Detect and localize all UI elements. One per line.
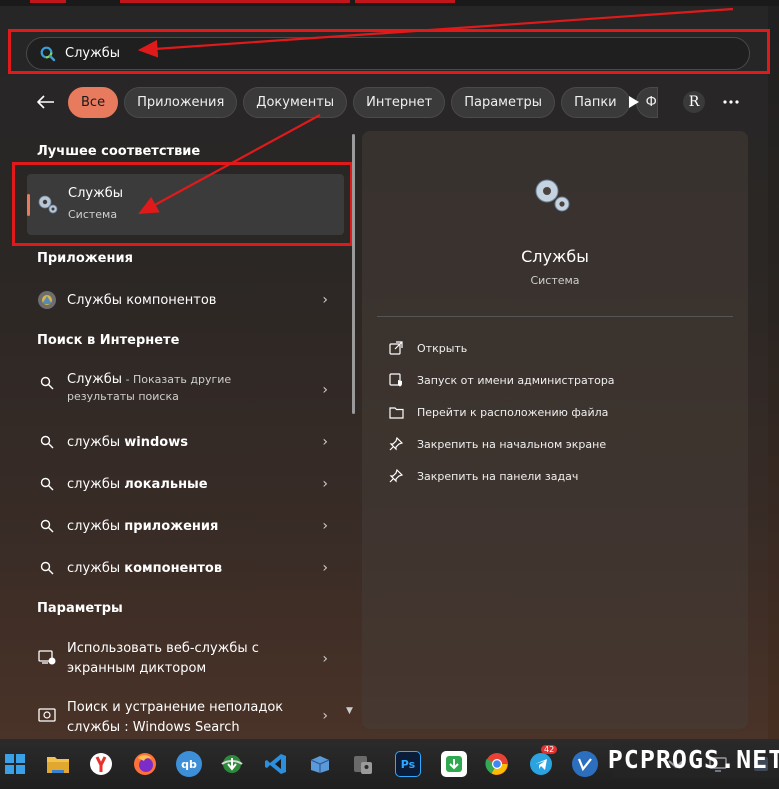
file-explorer-icon[interactable]: [45, 751, 71, 777]
internet-download-manager-icon[interactable]: [219, 751, 245, 777]
chrome-icon[interactable]: [484, 751, 510, 777]
arrow-to-best-match: [138, 114, 321, 215]
firefox-icon[interactable]: [132, 751, 158, 777]
annotation-arrows: [137, 7, 734, 215]
security-app-icon[interactable]: [350, 751, 376, 777]
qbittorrent-icon[interactable]: qb: [176, 751, 202, 777]
vk-icon[interactable]: [572, 751, 598, 777]
telegram-badge: 42: [541, 745, 558, 754]
watermark-logo: PCPROGS.NET: [608, 740, 779, 778]
start-icon[interactable]: [2, 751, 28, 777]
photoshop-icon[interactable]: Ps: [395, 751, 421, 777]
vscode-icon[interactable]: [263, 751, 289, 777]
virtualbox-icon[interactable]: [307, 751, 333, 777]
telegram-icon[interactable]: 42: [528, 745, 558, 777]
arrow-to-search: [137, 7, 734, 58]
download-app-icon[interactable]: [441, 751, 467, 777]
yandex-browser-icon[interactable]: [88, 751, 114, 777]
